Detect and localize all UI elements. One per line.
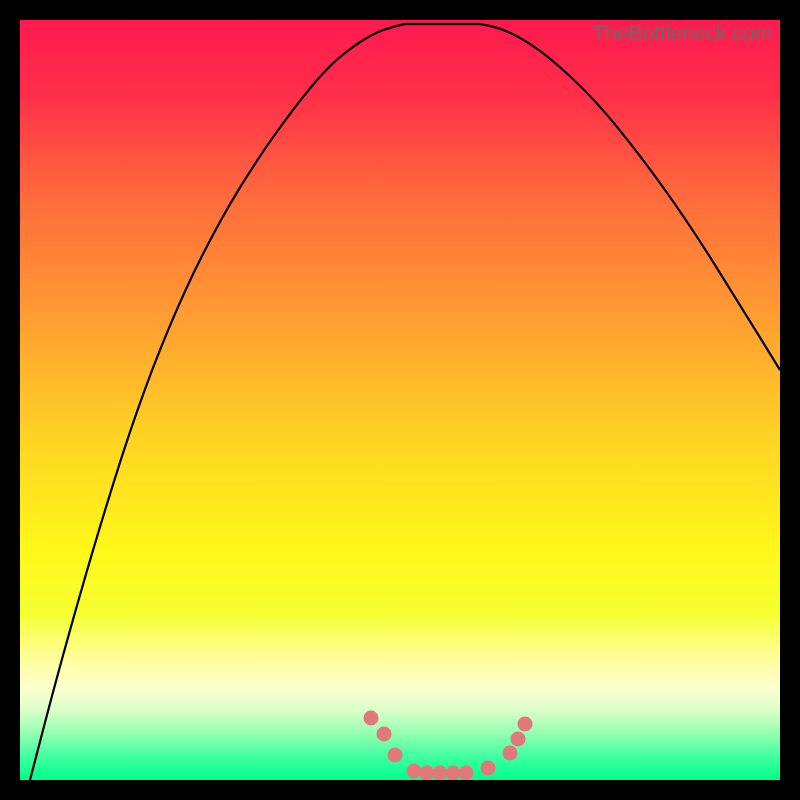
- plot-frame: TheBottleneck.com: [20, 20, 780, 780]
- marker-dot: [407, 764, 422, 779]
- marker-dot: [377, 727, 392, 742]
- marker-dot: [433, 766, 448, 781]
- marker-dot: [518, 717, 533, 732]
- marker-group: [364, 711, 533, 781]
- marker-dot: [511, 732, 526, 747]
- marker-dot: [459, 766, 474, 781]
- marker-dot: [481, 761, 496, 776]
- marker-dot: [364, 711, 379, 726]
- marker-dot: [420, 766, 435, 781]
- marker-dot: [388, 748, 403, 763]
- marker-dot: [446, 766, 461, 781]
- marker-dot: [503, 746, 518, 761]
- right-curve-line: [480, 24, 780, 370]
- left-curve-line: [30, 24, 405, 780]
- curve-layer: [20, 20, 780, 780]
